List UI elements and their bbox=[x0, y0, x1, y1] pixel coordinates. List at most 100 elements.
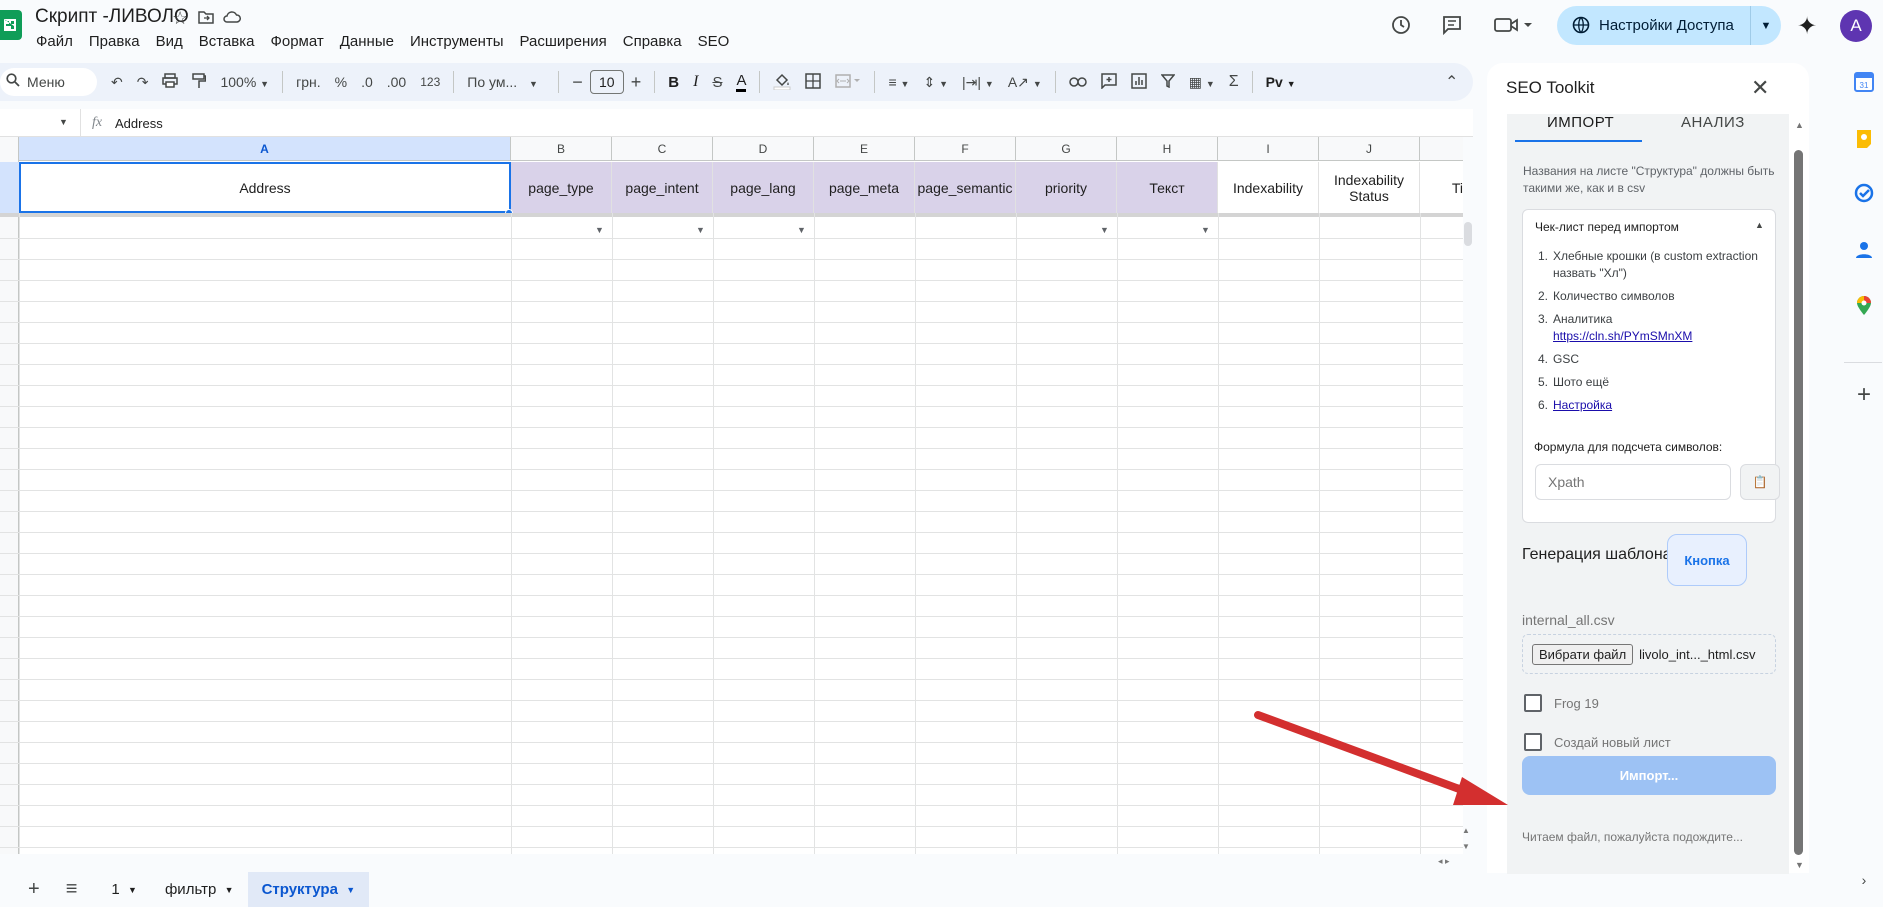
font-size-decrease-button[interactable]: − bbox=[572, 72, 583, 93]
paint-format-icon[interactable] bbox=[192, 72, 207, 92]
dropdown-arrow-icon[interactable]: ▼ bbox=[1201, 225, 1210, 235]
vertical-align-icon[interactable]: ⇕ ▼ bbox=[923, 74, 948, 91]
xpath-input[interactable]: Xpath bbox=[1535, 464, 1731, 500]
keep-icon[interactable] bbox=[1852, 127, 1876, 151]
font-size-input[interactable]: 10 bbox=[589, 70, 624, 94]
cell-indexability-header[interactable]: Indexability bbox=[1218, 162, 1319, 213]
chevron-right-icon[interactable]: › bbox=[1852, 868, 1876, 892]
column-header-b[interactable]: B bbox=[511, 137, 612, 161]
calendar-icon[interactable]: 31 bbox=[1852, 70, 1876, 94]
meet-icon[interactable] bbox=[1494, 15, 1534, 40]
text-rotation-icon[interactable]: A↗ ▼ bbox=[1008, 74, 1042, 91]
scroll-up-icon[interactable]: ▲ bbox=[1462, 826, 1470, 835]
number-format-button[interactable]: 123 bbox=[420, 75, 440, 89]
share-settings-button[interactable]: Настройки Доступа ▼ bbox=[1557, 6, 1781, 45]
cell-title-header[interactable]: Ti bbox=[1420, 162, 1463, 213]
name-box-dropdown-icon[interactable]: ▼ bbox=[59, 117, 68, 127]
menu-data[interactable]: Данные bbox=[340, 33, 394, 50]
analytics-link[interactable]: https://cln.sh/PYmSMnXM bbox=[1553, 329, 1692, 343]
filter-views-icon[interactable]: ▦ ▼ bbox=[1189, 74, 1215, 91]
sheet-tab-1[interactable]: 1 ▼ bbox=[97, 872, 151, 907]
contacts-icon[interactable] bbox=[1852, 238, 1876, 262]
close-icon[interactable]: ✕ bbox=[1751, 75, 1769, 101]
strikethrough-button[interactable]: S bbox=[712, 74, 722, 91]
menu-search[interactable]: Меню bbox=[0, 68, 97, 96]
clipboard-icon[interactable]: 📋 bbox=[1740, 464, 1780, 500]
dropdown-arrow-icon[interactable]: ▼ bbox=[696, 225, 705, 235]
column-header-e[interactable]: E bbox=[814, 137, 915, 161]
spreadsheet-grid[interactable]: A B C D E F G H I J Address page_type pa… bbox=[0, 137, 1463, 854]
scroll-left-icon[interactable]: ◂ ▸ bbox=[1438, 856, 1450, 867]
percent-format-button[interactable]: % bbox=[335, 74, 347, 90]
increase-decimal-button[interactable]: .00 bbox=[387, 74, 406, 90]
column-header-k[interactable] bbox=[1420, 137, 1463, 161]
text-wrap-icon[interactable]: |⇥| ▼ bbox=[962, 74, 994, 91]
cell-address-header[interactable]: Address bbox=[19, 162, 511, 213]
new-sheet-checkbox[interactable] bbox=[1524, 733, 1542, 751]
sheet-tab-filter[interactable]: фильтр ▼ bbox=[151, 872, 248, 907]
insert-comment-icon[interactable] bbox=[1100, 72, 1117, 92]
formula-input[interactable]: Address bbox=[115, 116, 163, 131]
collapse-menu-icon[interactable]: ⌃ bbox=[1445, 72, 1458, 92]
sheet-tab-structure[interactable]: Структура ▼ bbox=[247, 872, 370, 907]
functions-button[interactable]: Σ bbox=[1229, 73, 1239, 91]
font-size-increase-button[interactable]: + bbox=[631, 72, 642, 93]
input-tools-button[interactable]: Pv ▼ bbox=[1266, 74, 1296, 90]
dropdown-arrow-icon[interactable]: ▼ bbox=[797, 225, 806, 235]
cell-page-intent-header[interactable]: page_intent bbox=[612, 162, 713, 213]
currency-format-button[interactable]: грн. bbox=[296, 74, 321, 90]
move-folder-icon[interactable] bbox=[198, 9, 214, 29]
column-header-c[interactable]: C bbox=[612, 137, 713, 161]
column-header-a[interactable]: A bbox=[19, 137, 511, 161]
chevron-down-icon[interactable]: ▼ bbox=[1751, 20, 1781, 32]
choose-file-button[interactable]: Вибрати файл bbox=[1532, 643, 1634, 665]
menu-extensions[interactable]: Расширения bbox=[520, 33, 607, 50]
bold-button[interactable]: B bbox=[668, 74, 679, 91]
insert-link-icon[interactable] bbox=[1068, 74, 1087, 90]
cell-page-type-header[interactable]: page_type bbox=[511, 162, 612, 213]
fill-color-icon[interactable] bbox=[773, 72, 791, 93]
menu-view[interactable]: Вид bbox=[156, 33, 183, 50]
insert-chart-icon[interactable] bbox=[1130, 72, 1147, 92]
file-picker[interactable]: Вибрати файл livolo_int..._html.csv bbox=[1522, 634, 1776, 674]
filter-icon[interactable] bbox=[1160, 73, 1176, 91]
cell-page-semantic-header[interactable]: page_semantic bbox=[915, 162, 1016, 213]
row-header-1[interactable] bbox=[0, 162, 19, 213]
column-header-j[interactable]: J bbox=[1319, 137, 1420, 161]
chevron-up-icon[interactable]: ▲ bbox=[1755, 220, 1764, 230]
print-icon[interactable] bbox=[162, 73, 179, 91]
avatar[interactable]: A bbox=[1840, 10, 1872, 42]
maps-icon[interactable] bbox=[1852, 294, 1876, 318]
redo-icon[interactable]: ↷ bbox=[137, 74, 149, 91]
checklist-title[interactable]: Чек-лист перед импортом bbox=[1535, 220, 1679, 234]
settings-link[interactable]: Настройка bbox=[1553, 398, 1612, 412]
vertical-scrollbar[interactable] bbox=[1464, 222, 1472, 246]
menu-seo[interactable]: SEO bbox=[698, 33, 730, 50]
star-icon[interactable]: ☆ bbox=[172, 8, 188, 29]
comments-icon[interactable] bbox=[1441, 14, 1463, 41]
menu-tools[interactable]: Инструменты bbox=[410, 33, 504, 50]
column-header-d[interactable]: D bbox=[713, 137, 814, 161]
cell-text-header[interactable]: Текст bbox=[1117, 162, 1218, 213]
import-button[interactable]: Импорт... bbox=[1522, 756, 1776, 795]
dropdown-arrow-icon[interactable]: ▼ bbox=[595, 225, 604, 235]
font-family-select[interactable]: По ум... ▼ bbox=[467, 74, 545, 90]
history-icon[interactable] bbox=[1390, 14, 1412, 41]
scroll-up-icon[interactable]: ▲ bbox=[1795, 120, 1804, 130]
scroll-down-icon[interactable]: ▼ bbox=[1462, 842, 1470, 851]
gemini-sparkle-icon[interactable]: ✦ bbox=[1797, 12, 1817, 41]
cell-indexability-status-header[interactable]: Indexability Status bbox=[1319, 162, 1420, 213]
add-sheet-icon[interactable]: + bbox=[28, 878, 40, 901]
column-header-f[interactable]: F bbox=[915, 137, 1016, 161]
menu-insert[interactable]: Вставка bbox=[199, 33, 255, 50]
add-addon-icon[interactable]: + bbox=[1852, 381, 1876, 408]
menu-help[interactable]: Справка bbox=[623, 33, 682, 50]
text-color-button[interactable]: A bbox=[736, 72, 747, 92]
frog-checkbox[interactable] bbox=[1524, 694, 1542, 712]
cell-page-lang-header[interactable]: page_lang bbox=[713, 162, 814, 213]
sheets-logo-icon[interactable] bbox=[0, 10, 22, 40]
dropdown-arrow-icon[interactable]: ▼ bbox=[1100, 225, 1109, 235]
undo-icon[interactable]: ↶ bbox=[111, 74, 123, 91]
italic-button[interactable]: I bbox=[693, 73, 698, 91]
tab-import[interactable]: ИМПОРТ bbox=[1547, 114, 1614, 131]
